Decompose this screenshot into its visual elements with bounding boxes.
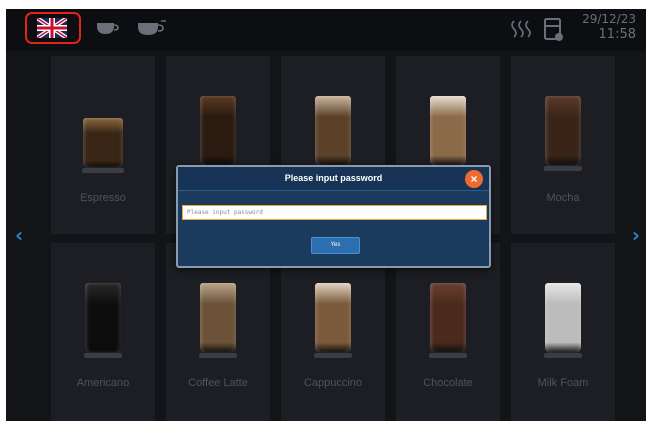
drink-glass-image	[545, 283, 581, 353]
password-input[interactable]	[182, 205, 487, 220]
product-tile[interactable]: Coffee Latte	[166, 243, 270, 421]
product-tile[interactable]: Cappuccino	[281, 243, 385, 421]
drink-glass-image	[315, 96, 351, 166]
screen: 29/12/23 11:58 ‹ › Espresso Mocha American…	[6, 9, 646, 421]
product-label: Coffee Latte	[188, 377, 248, 389]
close-button[interactable]: ×	[465, 170, 483, 188]
glass-base	[82, 168, 124, 173]
uk-flag-icon	[37, 18, 67, 38]
yes-button[interactable]: Yes	[311, 237, 360, 254]
drink-glass-image	[85, 283, 121, 353]
drink-glass-image	[545, 96, 581, 166]
prev-page-arrow[interactable]: ‹	[15, 223, 23, 247]
product-tile[interactable]: Americano	[51, 243, 155, 421]
drink-glass-image	[83, 118, 123, 168]
product-label: Mocha	[546, 192, 580, 204]
heating-icon	[511, 20, 531, 38]
drink-glass-image	[315, 283, 351, 353]
product-tile[interactable]: Milk Foam	[511, 243, 615, 421]
product-label: Americano	[76, 377, 130, 389]
dialog-header: Please input password ×	[178, 167, 489, 191]
drink-glass-image	[430, 283, 466, 353]
hot-cup-icon[interactable]	[136, 18, 168, 38]
drink-glass-image	[200, 96, 236, 166]
product-tile[interactable]: Espresso	[51, 56, 155, 234]
product-tile[interactable]: Chocolate	[396, 243, 500, 421]
glass-base	[429, 353, 467, 358]
product-tile[interactable]: Mocha	[511, 56, 615, 234]
glass-base	[84, 353, 122, 358]
language-selector[interactable]	[25, 12, 81, 44]
status-time: 11:58	[598, 27, 636, 42]
drink-glass-image	[430, 96, 466, 166]
glass-base	[314, 353, 352, 358]
product-label: Espresso	[80, 192, 126, 204]
password-dialog: Please input password × Yes	[176, 165, 491, 268]
product-label: Cappuccino	[303, 377, 363, 389]
dialog-title: Please input password	[284, 173, 383, 183]
waste-bin-icon	[544, 18, 563, 41]
glass-base	[544, 353, 582, 358]
status-date: 29/12/23	[582, 12, 636, 26]
glass-base	[544, 166, 582, 171]
drink-glass-image	[200, 283, 236, 353]
product-label: Chocolate	[423, 377, 473, 389]
glass-base	[199, 353, 237, 358]
next-page-arrow[interactable]: ›	[632, 223, 640, 247]
product-label: Milk Foam	[537, 377, 589, 389]
top-bar: 29/12/23 11:58	[6, 9, 646, 51]
cup-icon[interactable]	[95, 18, 119, 38]
